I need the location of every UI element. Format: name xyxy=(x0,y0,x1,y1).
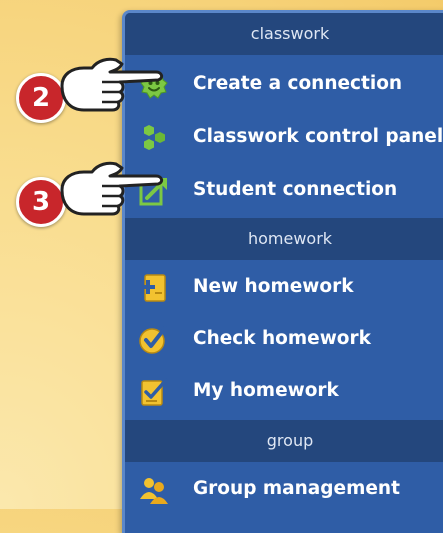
section-header-homework: homework xyxy=(125,218,443,260)
menu-item-label: New homework xyxy=(193,276,354,297)
side-menu: classwork Create a connection Classwork … xyxy=(122,10,443,533)
menu-item-label: Student connection xyxy=(193,179,398,200)
menu-item-label: Create a connection xyxy=(193,73,403,94)
pointing-hand-icon xyxy=(60,161,164,216)
menu-item-new-homework[interactable]: New homework xyxy=(125,261,443,313)
menu-item-label: Check homework xyxy=(193,328,371,349)
checklist-icon xyxy=(141,378,168,406)
menu-item-label: Classwork control panel xyxy=(193,126,443,147)
menu-item-group-management[interactable]: Group management xyxy=(125,463,443,515)
people-group-icon xyxy=(140,478,168,504)
section-header-group: group xyxy=(125,420,443,462)
section-header-classwork: classwork xyxy=(125,13,443,55)
checkmark-circle-icon xyxy=(139,326,167,354)
menu-item-classwork-control-panel[interactable]: Classwork control panel xyxy=(125,111,443,163)
menu-item-label: Group management xyxy=(193,478,400,499)
menu-item-label: My homework xyxy=(193,380,339,401)
menu-item-check-homework[interactable]: Check homework xyxy=(125,313,443,365)
menu-item-student-connection[interactable]: Student connection xyxy=(125,164,443,216)
new-document-icon xyxy=(141,274,166,302)
pointing-hand-icon xyxy=(60,57,164,112)
menu-item-my-homework[interactable]: My homework xyxy=(125,365,443,417)
menu-item-create-connection[interactable]: Create a connection xyxy=(125,58,443,110)
green-hexagons-icon xyxy=(144,125,165,150)
